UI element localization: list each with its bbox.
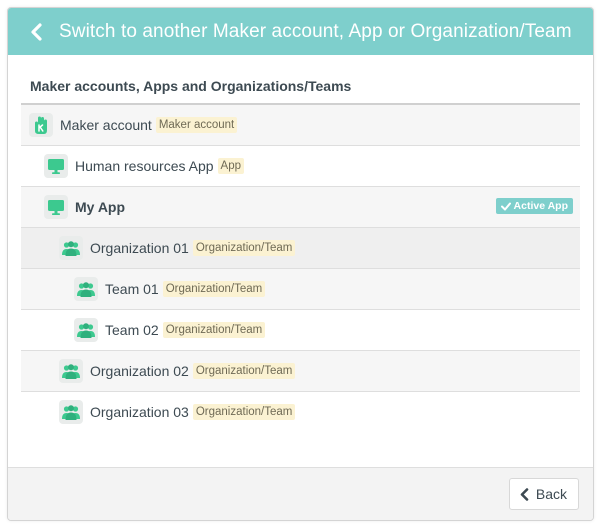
account-type-badge: Maker account — [155, 117, 238, 133]
chevron-left-icon[interactable] — [23, 20, 49, 44]
organization-name: Organization 01 — [90, 240, 189, 256]
section-title: Maker accounts, Apps and Organizations/T… — [30, 78, 352, 94]
checkmark-icon — [500, 202, 511, 210]
team-name: Team 02 — [105, 322, 159, 338]
account-list: Maker account Maker account Human resour… — [21, 103, 580, 432]
list-item-organization-01[interactable]: Organization 01 Organization/Team — [21, 228, 580, 269]
organization-icon — [59, 359, 83, 383]
account-type-badge: Organization/Team — [192, 404, 296, 420]
maker-account-icon — [29, 113, 53, 137]
chevron-left-icon — [520, 487, 529, 501]
list-item-maker-account[interactable]: Maker account Maker account — [21, 105, 580, 146]
list-item-organization-03[interactable]: Organization 03 Organization/Team — [21, 392, 580, 432]
app-icon — [44, 154, 68, 178]
organization-name: Organization 02 — [90, 363, 189, 379]
account-type-badge: App — [217, 158, 244, 174]
active-app-badge: Active App — [495, 198, 573, 214]
back-button[interactable]: Back — [508, 478, 579, 510]
list-item-team-01[interactable]: Team 01 Organization/Team — [21, 269, 580, 310]
list-item-team-02[interactable]: Team 02 Organization/Team — [21, 310, 580, 351]
modal-body: Maker accounts, Apps and Organizations/T… — [8, 55, 593, 465]
organization-name: Organization 03 — [90, 404, 189, 420]
modal-title: Switch to another Maker account, App or … — [59, 20, 572, 42]
active-app-label: Active App — [513, 200, 568, 212]
account-type-badge: Organization/Team — [192, 363, 296, 379]
app-icon — [44, 195, 68, 219]
modal-footer: Back — [8, 467, 593, 520]
account-type-badge: Organization/Team — [162, 281, 266, 297]
list-item-my-app[interactable]: My App Active App — [21, 187, 580, 228]
back-button-label: Back — [535, 486, 567, 502]
team-name: Team 01 — [105, 281, 159, 297]
organization-icon — [59, 236, 83, 260]
switch-account-modal: Switch to another Maker account, App or … — [7, 7, 594, 521]
account-type-badge: Organization/Team — [162, 322, 266, 338]
account-type-badge: Organization/Team — [192, 240, 296, 256]
maker-account-name: Maker account — [60, 117, 152, 133]
list-item-organization-02[interactable]: Organization 02 Organization/Team — [21, 351, 580, 392]
team-icon — [74, 277, 98, 301]
list-item-human-resources-app[interactable]: Human resources App App — [21, 146, 580, 187]
organization-icon — [59, 400, 83, 424]
team-icon — [74, 318, 98, 342]
app-name: My App — [75, 199, 126, 215]
modal-header: Switch to another Maker account, App or … — [8, 8, 593, 55]
app-name: Human resources App — [75, 158, 214, 174]
